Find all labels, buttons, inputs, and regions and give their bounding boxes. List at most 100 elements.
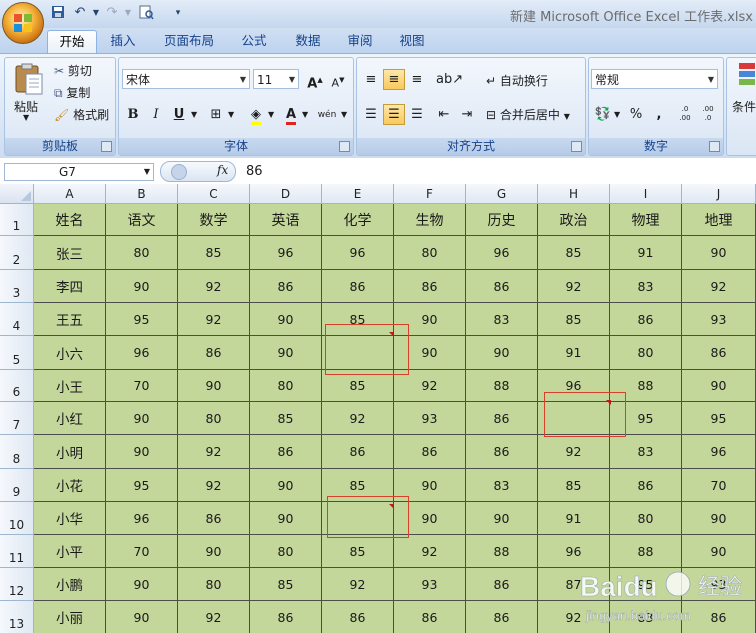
cell-j2[interactable]: 90 <box>682 236 756 270</box>
align-bottom-button[interactable]: ≡ <box>406 69 428 90</box>
save-icon[interactable] <box>50 5 66 21</box>
cell-a11[interactable]: 小平 <box>34 535 106 568</box>
cell-i5[interactable]: 80 <box>610 336 682 370</box>
italic-button[interactable]: I <box>145 104 167 125</box>
cell-j7[interactable]: 95 <box>682 402 756 435</box>
cell-g7[interactable]: 86 <box>466 402 538 435</box>
cell-e13[interactable]: 86 <box>322 601 394 633</box>
number-launcher-icon[interactable] <box>709 141 720 152</box>
cell-e1[interactable]: 化学 <box>322 204 394 236</box>
column-header-e[interactable]: E <box>322 184 394 204</box>
cell-d12[interactable]: 85 <box>250 568 322 601</box>
bold-button[interactable]: B <box>122 104 144 125</box>
cell-a1[interactable]: 姓名 <box>34 204 106 236</box>
cell-d10[interactable]: 90 <box>250 502 322 535</box>
row-header-5[interactable]: 5 <box>0 336 34 370</box>
tab-review[interactable]: 审阅 <box>340 30 380 52</box>
increase-indent-button[interactable]: ⇥ <box>456 104 478 125</box>
cell-d9[interactable]: 90 <box>250 469 322 502</box>
percent-button[interactable]: % <box>625 104 647 125</box>
cell-h10[interactable]: 91 <box>538 502 610 535</box>
row-header-3[interactable]: 3 <box>0 270 34 303</box>
conditional-formatting-label[interactable]: 条件 <box>732 98 756 115</box>
cell-a12[interactable]: 小鹏 <box>34 568 106 601</box>
decrease-decimal-button[interactable]: .00 .0 <box>697 104 719 125</box>
cell-e3[interactable]: 86 <box>322 270 394 303</box>
accounting-dropdown-icon[interactable]: ▼ <box>614 110 620 119</box>
cell-j5[interactable]: 86 <box>682 336 756 370</box>
underline-button[interactable]: U <box>168 104 190 125</box>
column-header-h[interactable]: H <box>538 184 610 204</box>
row-header-10[interactable]: 10 <box>0 502 34 535</box>
cell-b3[interactable]: 90 <box>106 270 178 303</box>
conditional-formatting-icon[interactable] <box>738 62 756 91</box>
cell-j8[interactable]: 96 <box>682 435 756 469</box>
merge-center-button[interactable]: ⊟ 合并后居中 ▼ <box>486 106 570 123</box>
shrink-font-button[interactable]: A▼ <box>327 69 349 90</box>
row-header-4[interactable]: 4 <box>0 303 34 336</box>
row-header-1[interactable]: 1 <box>0 204 34 236</box>
cell-a8[interactable]: 小明 <box>34 435 106 469</box>
print-preview-icon[interactable] <box>138 5 154 21</box>
font-launcher-icon[interactable] <box>339 141 350 152</box>
cell-d3[interactable]: 86 <box>250 270 322 303</box>
cell-g3[interactable]: 86 <box>466 270 538 303</box>
column-header-i[interactable]: I <box>610 184 682 204</box>
cell-e12[interactable]: 92 <box>322 568 394 601</box>
clipboard-launcher-icon[interactable] <box>101 141 112 152</box>
cell-c8[interactable]: 92 <box>178 435 250 469</box>
cell-h2[interactable]: 85 <box>538 236 610 270</box>
paste-dropdown-icon[interactable]: ▼ <box>23 113 29 122</box>
row-header-7[interactable]: 7 <box>0 402 34 435</box>
cell-c1[interactable]: 数学 <box>178 204 250 236</box>
office-button[interactable] <box>2 2 44 44</box>
cell-i1[interactable]: 物理 <box>610 204 682 236</box>
tab-view[interactable]: 视图 <box>392 30 432 52</box>
cell-g4[interactable]: 83 <box>466 303 538 336</box>
wrap-text-button[interactable]: ↵ 自动换行 <box>486 72 548 89</box>
column-header-f[interactable]: F <box>394 184 466 204</box>
align-right-button[interactable]: ☰ <box>406 104 428 125</box>
cell-e7[interactable]: 92 <box>322 402 394 435</box>
cell-f2[interactable]: 80 <box>394 236 466 270</box>
font-color-button[interactable]: A <box>280 104 302 125</box>
cell-d11[interactable]: 80 <box>250 535 322 568</box>
cell-b6[interactable]: 70 <box>106 370 178 402</box>
cell-h3[interactable]: 92 <box>538 270 610 303</box>
fill-color-button[interactable]: ◈ <box>245 104 267 125</box>
cell-g8[interactable]: 86 <box>466 435 538 469</box>
cell-b4[interactable]: 95 <box>106 303 178 336</box>
paste-icon[interactable] <box>12 62 46 96</box>
row-header-12[interactable]: 12 <box>0 568 34 601</box>
redo-dropdown-icon[interactable]: ▼ <box>120 5 136 21</box>
cell-j9[interactable]: 70 <box>682 469 756 502</box>
insert-function-button[interactable]: fx <box>217 163 228 177</box>
cell-i4[interactable]: 86 <box>610 303 682 336</box>
align-top-button[interactable]: ≡ <box>360 69 382 90</box>
cell-g5[interactable]: 90 <box>466 336 538 370</box>
cell-d13[interactable]: 86 <box>250 601 322 633</box>
cell-a13[interactable]: 小丽 <box>34 601 106 633</box>
cell-a9[interactable]: 小花 <box>34 469 106 502</box>
font-name-combo[interactable]: 宋体 ▼ <box>122 69 250 89</box>
undo-icon[interactable]: ↶ <box>72 5 88 21</box>
comma-button[interactable]: , <box>648 104 670 125</box>
cell-b1[interactable]: 语文 <box>106 204 178 236</box>
customize-quick-access-icon[interactable]: ▾ <box>170 5 186 21</box>
row-header-13[interactable]: 13 <box>0 601 34 633</box>
cell-g13[interactable]: 86 <box>466 601 538 633</box>
cell-f7[interactable]: 93 <box>394 402 466 435</box>
cell-b12[interactable]: 90 <box>106 568 178 601</box>
cell-c9[interactable]: 92 <box>178 469 250 502</box>
copy-button[interactable]: ⧉ 复制 <box>54 84 90 101</box>
cell-f8[interactable]: 86 <box>394 435 466 469</box>
tab-formulas[interactable]: 公式 <box>234 30 274 52</box>
cell-d7[interactable]: 85 <box>250 402 322 435</box>
cell-a5[interactable]: 小六 <box>34 336 106 370</box>
column-header-a[interactable]: A <box>34 184 106 204</box>
cell-g11[interactable]: 88 <box>466 535 538 568</box>
cell-b7[interactable]: 90 <box>106 402 178 435</box>
format-painter-button[interactable]: 🖌 格式刷 <box>54 106 109 123</box>
cell-b2[interactable]: 80 <box>106 236 178 270</box>
align-middle-button[interactable]: ≡ <box>383 69 405 90</box>
